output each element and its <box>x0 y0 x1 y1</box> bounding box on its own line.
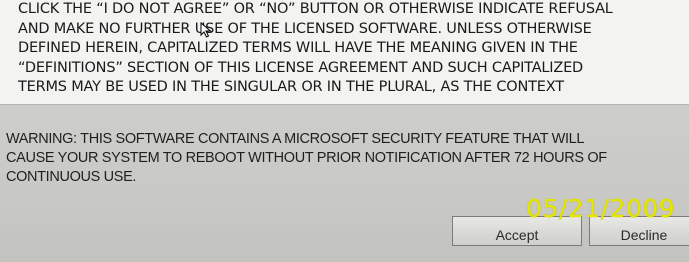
license-fade <box>0 94 689 104</box>
accept-button-label: Accept <box>495 227 539 243</box>
warning-line: CONTINUOUS USE. <box>6 169 137 185</box>
license-agreement-text: CLICK THE “I DO NOT AGREE” OR “NO” BUTTO… <box>18 0 686 98</box>
license-line: DEFINED HEREIN, CAPITALIZED TERMS WILL H… <box>18 40 578 56</box>
license-line: CLICK THE “I DO NOT AGREE” OR “NO” BUTTO… <box>18 1 613 17</box>
decline-button-label: Decline <box>620 227 668 243</box>
license-line: “DEFINITIONS” SECTION OF THIS LICENSE AG… <box>18 59 584 76</box>
security-warning-text: WARNING: THIS SOFTWARE CONTAINS A MICROS… <box>6 130 689 187</box>
photo-date-stamp: 05/21/2009 <box>526 194 676 223</box>
license-agreement-pane[interactable]: CLICK THE “I DO NOT AGREE” OR “NO” BUTTO… <box>0 0 689 105</box>
warning-line: WARNING: THIS SOFTWARE CONTAINS A MICROS… <box>6 131 585 147</box>
warning-line: CAUSE YOUR SYSTEM TO REBOOT WITHOUT PRIO… <box>6 150 607 166</box>
license-line: AND MAKE NO FURTHER USE OF THE LICENSED … <box>18 20 592 37</box>
mouse-cursor-icon <box>200 22 212 38</box>
